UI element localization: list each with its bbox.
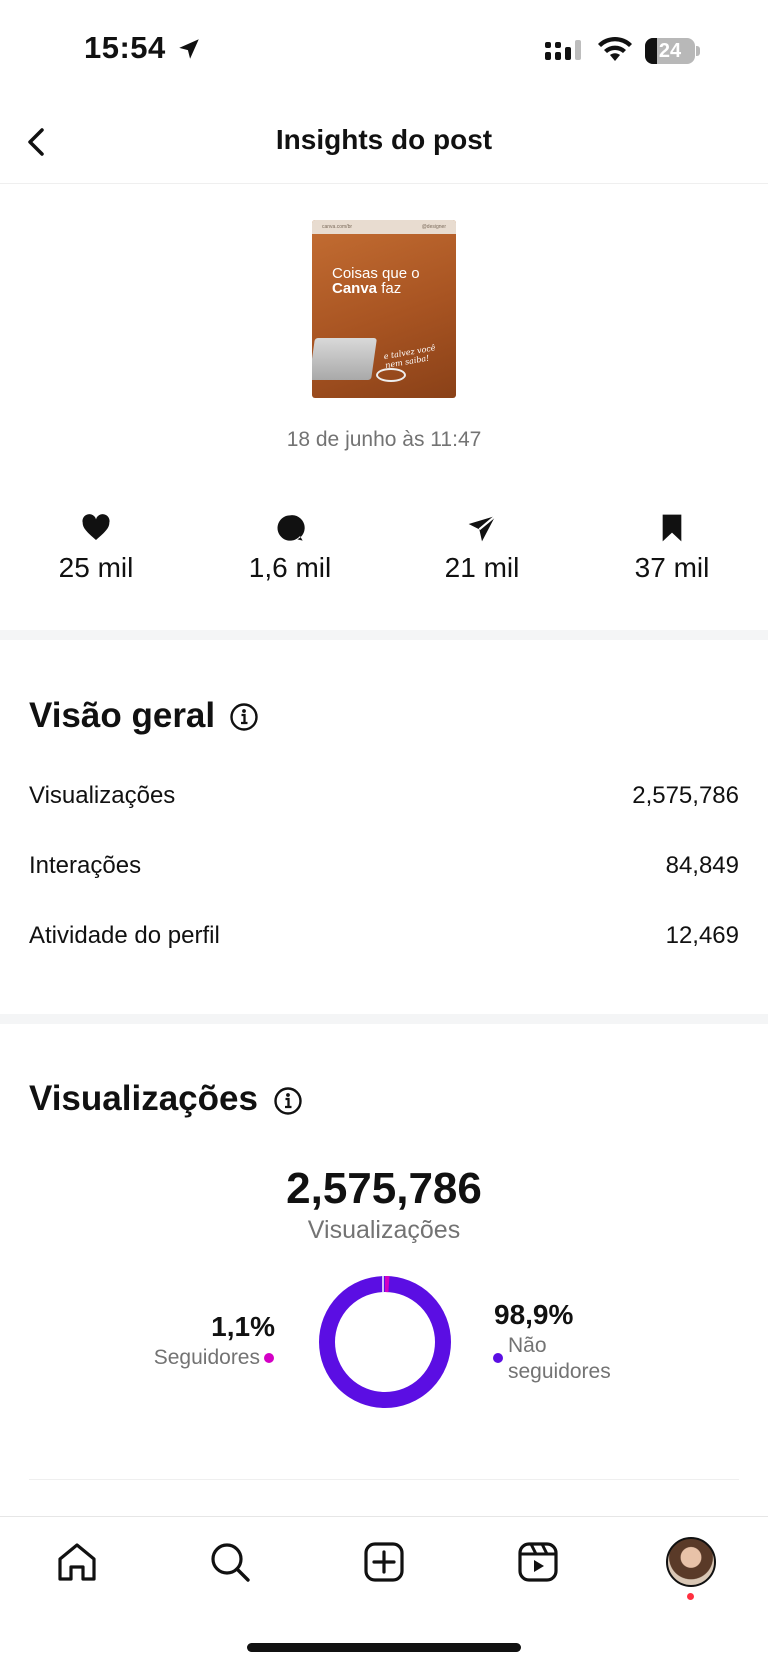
divider: [29, 1479, 739, 1480]
views-donut-chart: [319, 1275, 451, 1408]
thumbnail-earphones: [376, 368, 406, 382]
metric-label: Atividade do perfil: [29, 922, 220, 949]
heart-icon: [82, 514, 110, 540]
shares-stat: 21 mil: [402, 512, 562, 584]
metric-label: Interações: [29, 852, 142, 879]
overview-info-icon[interactable]: [229, 702, 259, 732]
views-info-icon[interactable]: [273, 1086, 303, 1116]
bookmark-icon: [662, 514, 682, 542]
tab-reels[interactable]: [513, 1537, 563, 1587]
tab-create[interactable]: [359, 1537, 409, 1587]
comments-stat: 1,6 mil: [210, 512, 370, 584]
followers-percent: 1,1%: [211, 1311, 275, 1342]
status-bar: 15:54 24: [0, 0, 768, 100]
thumbnail-script-text: e talvez você nem saiba!: [382, 343, 437, 371]
navigation-header: Insights do post: [0, 100, 768, 184]
section-separator: [0, 630, 768, 640]
section-separator: [0, 1014, 768, 1024]
profile-notification-dot: [687, 1593, 694, 1600]
create-icon: [364, 1542, 404, 1582]
metric-row-profile-activity[interactable]: Atividade do perfil 12,469: [29, 922, 739, 958]
reels-icon: [518, 1542, 558, 1582]
battery-icon: 24: [645, 38, 701, 64]
donut-non-followers-ring: [319, 1276, 451, 1408]
saves-stat: 37 mil: [592, 512, 752, 584]
non-followers-label: Não seguidores: [508, 1334, 611, 1383]
shares-count: 21 mil: [444, 552, 520, 583]
thumbnail-top-left-text: canva.com/br: [322, 224, 353, 230]
saves-count: 37 mil: [634, 552, 710, 583]
metric-row-interactions[interactable]: Interações 84,849: [29, 852, 739, 888]
non-followers-percent: 98,9%: [494, 1299, 574, 1330]
post-thumbnail[interactable]: canva.com/br @designer Coisas que o Canv…: [312, 220, 456, 398]
page-title: Insights do post: [275, 124, 493, 155]
overview-title: Visão geral: [29, 696, 216, 735]
views-total-label: Visualizações: [307, 1216, 461, 1244]
views-title: Visualizações: [29, 1079, 258, 1118]
metric-value: 2,575,786: [632, 782, 739, 809]
home-indicator: [247, 1643, 521, 1652]
non-followers-legend-dot: [493, 1353, 503, 1363]
location-arrow-icon: [179, 39, 199, 59]
tab-profile-avatar[interactable]: [666, 1537, 716, 1587]
likes-stat: 25 mil: [16, 512, 176, 584]
comment-icon: [277, 515, 305, 541]
tab-home[interactable]: [52, 1537, 102, 1587]
thumbnail-laptop: [312, 338, 377, 380]
home-icon: [58, 1543, 96, 1581]
metric-value: 84,849: [665, 852, 739, 879]
tab-search[interactable]: [205, 1537, 255, 1587]
comments-count: 1,6 mil: [248, 552, 332, 583]
status-time: 15:54: [84, 30, 166, 65]
post-date: 18 de junho às 11:47: [286, 428, 482, 451]
thumbnail-top-right-text: @designer: [421, 224, 446, 230]
metric-value: 12,469: [665, 922, 739, 949]
search-icon: [211, 1543, 250, 1582]
battery-level: 24: [658, 40, 682, 62]
likes-count: 25 mil: [58, 552, 134, 583]
metric-label: Visualizações: [29, 782, 176, 809]
wifi-icon: [598, 36, 632, 61]
followers-label: Seguidores: [153, 1346, 260, 1369]
thumbnail-caption: Coisas que o Canva faz: [332, 265, 420, 297]
metric-row-views[interactable]: Visualizações 2,575,786: [29, 782, 739, 818]
followers-legend-dot: [264, 1353, 274, 1363]
views-total: 2,575,786: [286, 1164, 482, 1213]
cellular-signal-icon: [545, 40, 581, 60]
share-icon: [468, 515, 497, 542]
